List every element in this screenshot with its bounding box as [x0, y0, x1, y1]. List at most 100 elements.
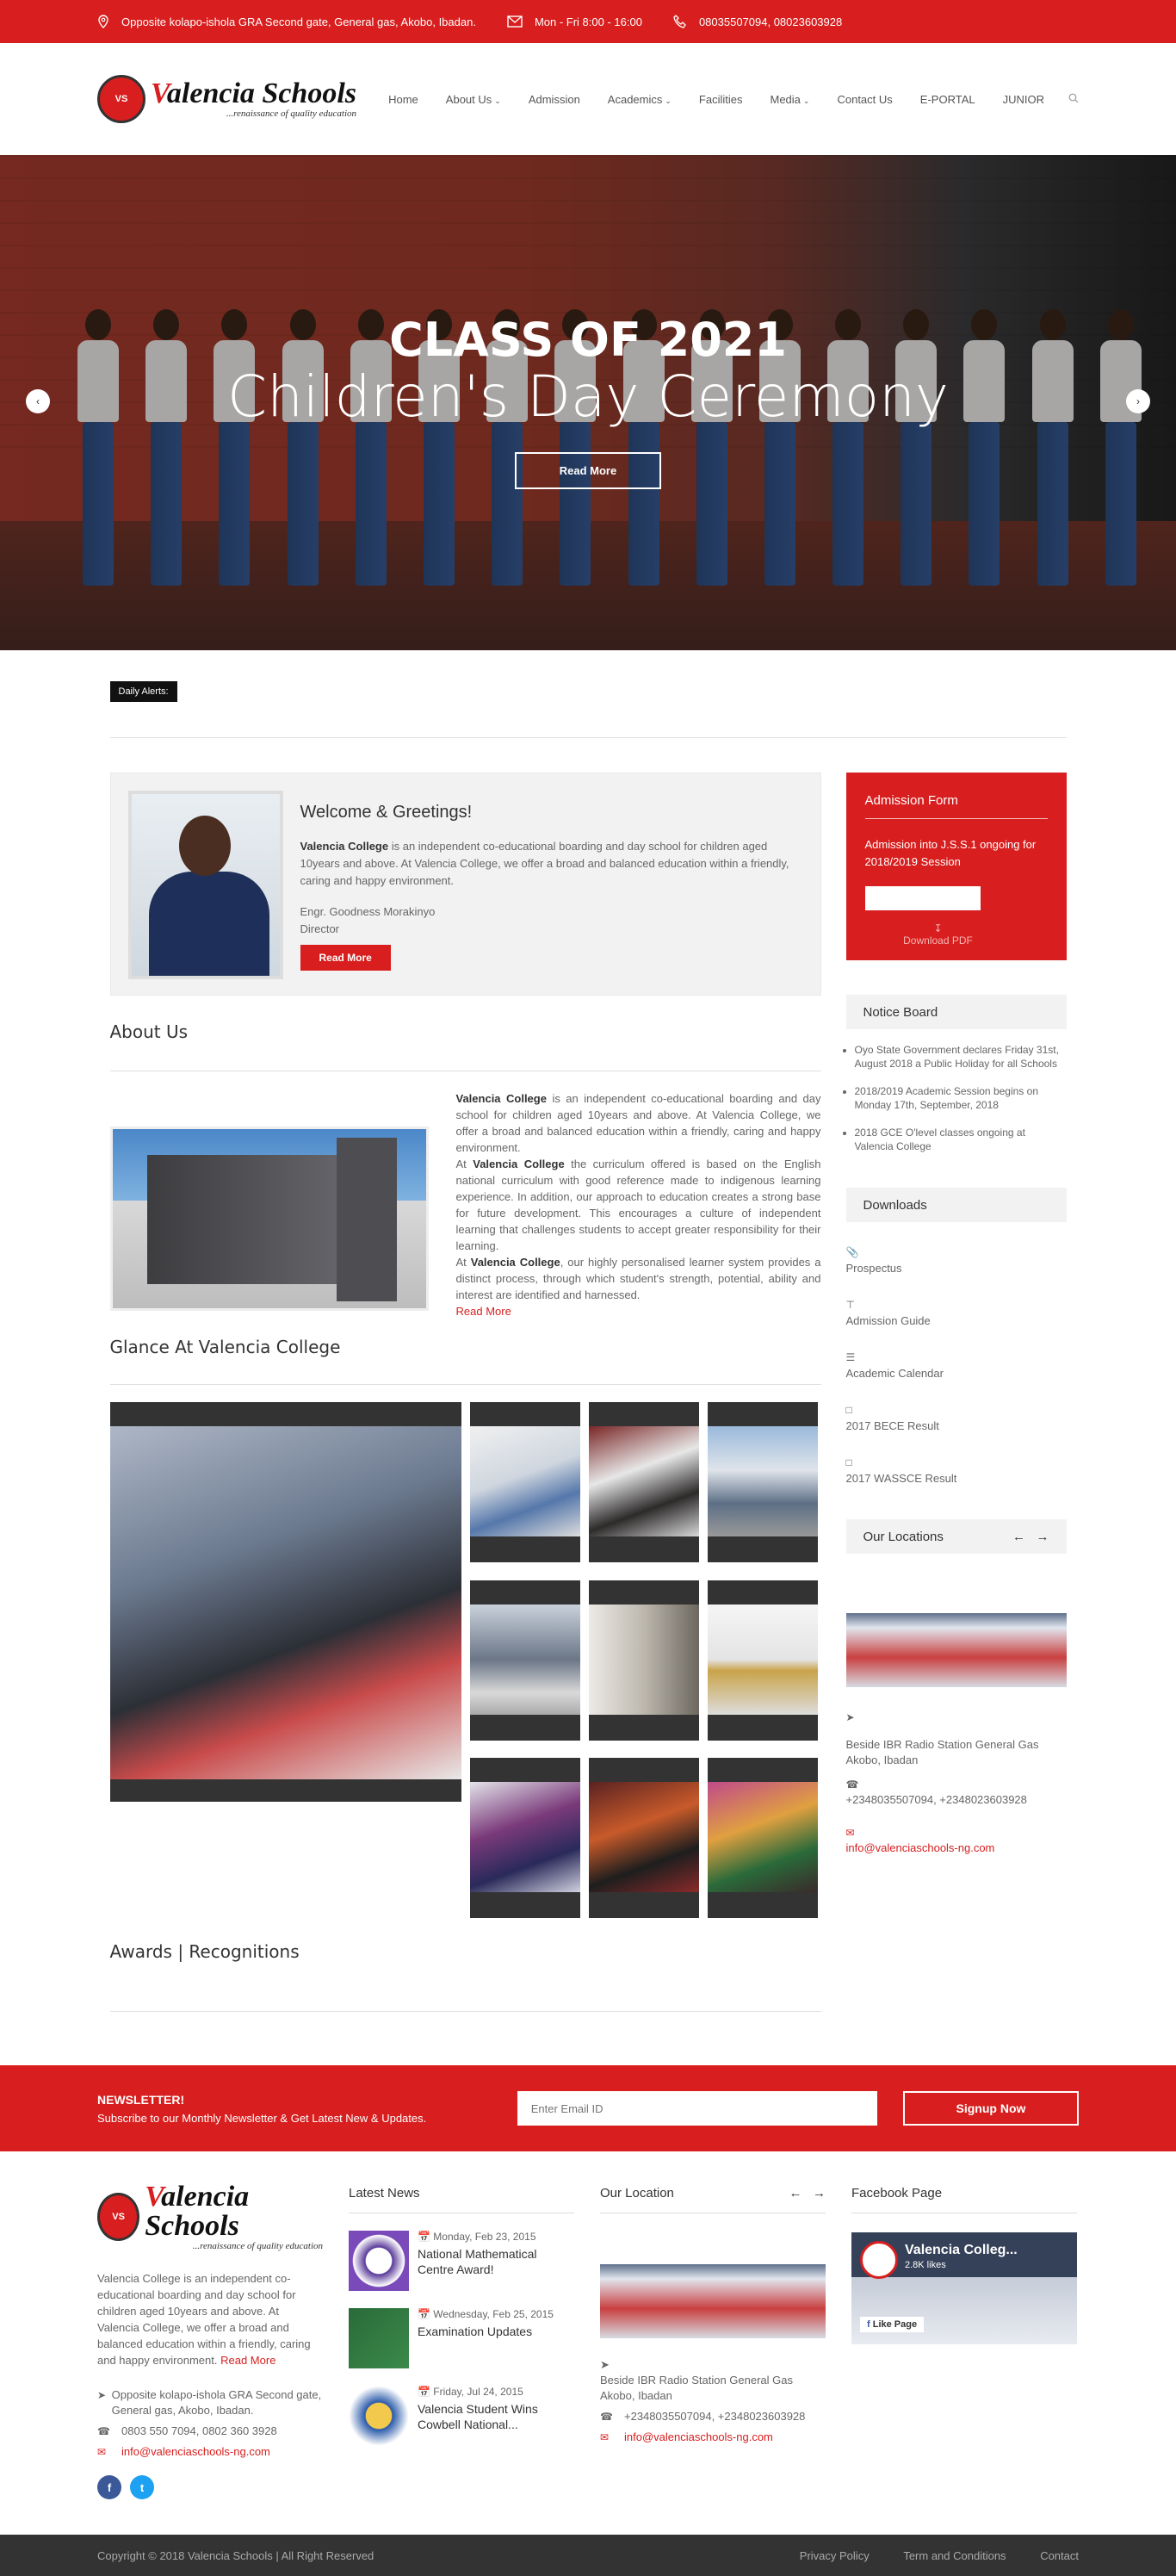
- bottom-bar: Copyright © 2018 Valencia Schools | All …: [0, 2535, 1176, 2576]
- gallery-item[interactable]: [469, 1580, 580, 1741]
- newsletter-bar: NEWSLETTER! Subscribe to our Monthly New…: [0, 2065, 1176, 2151]
- downloads-title: Downloads: [845, 1188, 1067, 1222]
- nav-admission[interactable]: Admission: [529, 93, 580, 106]
- footer-location: Our Location ← → ➤ Beside IBR Radio Stati…: [600, 2182, 826, 2535]
- privacy-policy-link[interactable]: Privacy Policy: [800, 2549, 870, 2562]
- phone-text: 08035507094, 08023603928: [698, 15, 843, 28]
- nav-e-portal[interactable]: E-PORTAL: [920, 93, 975, 106]
- facebook-icon: f: [867, 2319, 870, 2330]
- facebook-widget[interactable]: Valencia Colleg... 2.8K likes f Like Pag…: [851, 2232, 1077, 2344]
- gallery-item[interactable]: [707, 1402, 818, 1562]
- about-section: Valencia College is an independent co-ed…: [109, 1071, 821, 1330]
- contact-link[interactable]: Contact: [1040, 2549, 1079, 2562]
- facebook-like-button[interactable]: f Like Page: [860, 2317, 925, 2332]
- download-pdf-link[interactable]: ↧ Download PDF: [865, 922, 1012, 947]
- nav-academics[interactable]: Academics ⌄: [608, 93, 672, 106]
- nav-media[interactable]: Media ⌄: [771, 93, 810, 106]
- footer-location-email-link[interactable]: info@valenciaschools-ng.com: [624, 2430, 773, 2445]
- nav-home[interactable]: Home: [388, 93, 418, 106]
- chevron-down-icon: ⌄: [802, 96, 810, 105]
- facebook-avatar: [860, 2241, 898, 2279]
- gallery-item[interactable]: [469, 1402, 580, 1562]
- map-pin-icon: [98, 15, 108, 28]
- chevron-down-icon: ⌄: [494, 96, 501, 105]
- gallery-item[interactable]: [707, 1580, 818, 1741]
- hero-subtitle: Children's Day Ceremony: [227, 363, 949, 430]
- news-item[interactable]: 📅 Friday, Jul 24, 2015 Valencia Student W…: [349, 2386, 574, 2446]
- hero-read-more-button[interactable]: Read More: [514, 452, 662, 489]
- footer-email-link[interactable]: info@valenciaschools-ng.com: [121, 2444, 270, 2460]
- director-photo: [127, 791, 283, 979]
- notice-item[interactable]: Oyo State Government declares Friday 31s…: [855, 1043, 1067, 1071]
- terms-link[interactable]: Term and Conditions: [903, 2549, 1006, 2562]
- navigation-icon: ➤: [600, 2358, 610, 2371]
- admission-text: Admission into J.S.S.1 ongoing for 2018/…: [864, 838, 1037, 868]
- calendar-icon: 📅: [418, 2386, 430, 2398]
- news-item[interactable]: 📅 Wednesday, Feb 25, 2015 Examination Upd…: [349, 2308, 574, 2368]
- download-academic-calendar[interactable]: ☰ Academic Calendar: [846, 1351, 1067, 1380]
- footer-logo[interactable]: VS Valencia Schools ...renaissance of qu…: [97, 2182, 323, 2251]
- slider-prev-icon[interactable]: ‹: [26, 389, 50, 413]
- mail-icon: ✉: [845, 1827, 855, 1839]
- site-logo[interactable]: VS Valencia Schools ...renaissance of qu…: [97, 75, 356, 123]
- calendar-icon: 📅: [418, 2231, 430, 2243]
- notice-item[interactable]: 2018/2019 Academic Session begins on Mon…: [855, 1084, 1067, 1112]
- nav-junior[interactable]: JUNIOR: [1003, 93, 1044, 106]
- gallery-item[interactable]: [707, 1758, 818, 1919]
- arrow-left-icon[interactable]: ←: [1012, 1530, 1025, 1544]
- nav-about-us[interactable]: About Us ⌄: [446, 93, 501, 106]
- about-text: Valencia College is an independent co-ed…: [455, 1092, 821, 1318]
- chevron-down-icon: ⌄: [665, 96, 672, 105]
- search-icon[interactable]: [1068, 93, 1079, 106]
- signup-button[interactable]: Signup Now: [902, 2091, 1079, 2126]
- daily-alerts-label: Daily Alerts:: [109, 681, 177, 702]
- footer-read-more-link[interactable]: Read More: [220, 2354, 275, 2367]
- news-item[interactable]: 📅 Monday, Feb 23, 2015 National Mathemati…: [349, 2231, 574, 2291]
- location-address: Beside IBR Radio Station General Gas Ako…: [845, 1738, 1039, 1766]
- download-field[interactable]: [864, 886, 981, 910]
- address-text: Opposite kolapo-ishola GRA Second gate, …: [121, 15, 476, 28]
- welcome-read-more-button[interactable]: Read More: [300, 945, 391, 971]
- logo-seal-icon: VS: [97, 2193, 140, 2241]
- notice-board-title: Notice Board: [845, 995, 1067, 1029]
- mail-icon: ✉: [600, 2431, 610, 2443]
- awards-title: Awards | Recognitions: [109, 1927, 821, 2012]
- gallery-item[interactable]: [109, 1402, 461, 1802]
- gallery-item[interactable]: [469, 1758, 580, 1919]
- nav-contact-us[interactable]: Contact Us: [837, 93, 892, 106]
- facebook-icon[interactable]: f: [97, 2475, 121, 2499]
- phone-icon: ☎: [845, 1778, 859, 1791]
- newsletter-email-input[interactable]: [517, 2091, 877, 2126]
- download-bece-result[interactable]: □ 2017 BECE Result: [846, 1404, 1067, 1432]
- main-nav: Home About Us ⌄ Admission Academics ⌄ Faci…: [361, 93, 1079, 106]
- twitter-icon[interactable]: t: [130, 2475, 154, 2499]
- phone-icon: ☎: [600, 2411, 613, 2423]
- glance-title: Glance At Valencia College: [109, 1330, 821, 1385]
- facebook-page-title: Facebook Page: [851, 2186, 1077, 2213]
- about-read-more-link[interactable]: Read More: [456, 1305, 511, 1318]
- copyright: Copyright © 2018 Valencia Schools | All …: [97, 2548, 374, 2562]
- download-prospectus[interactable]: 📎 Prospectus: [846, 1246, 1067, 1275]
- gallery-item[interactable]: [588, 1580, 699, 1741]
- footer-phone: 0803 550 7094, 0802 360 3928: [121, 2424, 277, 2437]
- main-content: Welcome & Greetings! Valencia College is…: [109, 773, 821, 2012]
- download-wassce-result[interactable]: □ 2017 WASSCE Result: [846, 1456, 1067, 1485]
- signpost-icon: ⊤: [845, 1299, 855, 1311]
- top-bar: Opposite kolapo-ishola GRA Second gate, …: [0, 0, 1176, 43]
- footer-location-title: Our Location: [600, 2186, 674, 2200]
- download-admission-guide[interactable]: ⊤ Admission Guide: [846, 1299, 1067, 1327]
- arrow-right-icon[interactable]: →: [813, 2186, 826, 2200]
- notice-item[interactable]: 2018 GCE O'level classes ongoing at Vale…: [855, 1126, 1067, 1153]
- footer-about: VS Valencia Schools ...renaissance of qu…: [97, 2182, 323, 2535]
- nav-facilities[interactable]: Facilities: [699, 93, 743, 106]
- location-phone: +2348035507094, +2348023603928: [845, 1793, 1027, 1806]
- welcome-box: Welcome & Greetings! Valencia College is…: [109, 773, 821, 996]
- gallery-item[interactable]: [588, 1402, 699, 1562]
- location-email-link[interactable]: info@valenciaschools-ng.com: [846, 1841, 995, 1854]
- arrow-left-icon[interactable]: ←: [789, 2186, 802, 2200]
- logo-tagline: ...renaissance of quality education: [226, 109, 356, 119]
- school-building-image: [109, 1127, 429, 1311]
- arrow-right-icon[interactable]: →: [1037, 1530, 1049, 1544]
- gallery-item[interactable]: [588, 1758, 699, 1919]
- slider-next-icon[interactable]: ›: [1126, 389, 1150, 413]
